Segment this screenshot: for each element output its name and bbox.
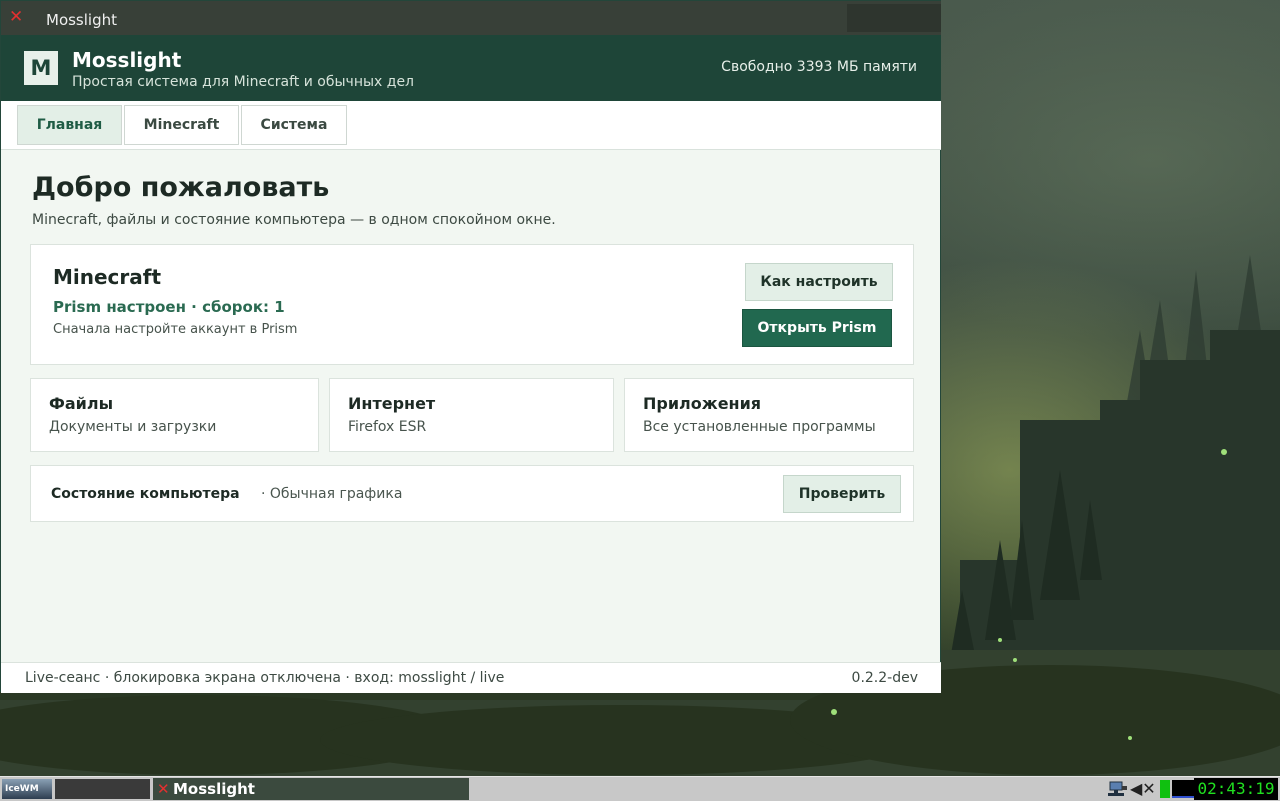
taskbar-item-label: Mosslight [173,780,255,798]
cpu-meter[interactable] [1160,780,1170,798]
app-subtitle: Простая система для Minecraft и обычных … [72,74,415,90]
open-prism-button[interactable]: Открыть Prism [742,309,892,347]
tab-system[interactable]: Система [241,105,347,145]
prism-status: Prism настроен · сборок: 1 [53,298,285,316]
page-title: Добро пожаловать [32,172,330,203]
clock[interactable]: 02:43:19 [1194,778,1278,800]
computer-status-card: Состояние компьютера · Обычная графика П… [30,465,914,522]
computer-status-title: Состояние компьютера [51,486,240,502]
apps-card[interactable]: Приложения Все установленные программы [624,378,914,452]
app-header: M Mosslight Простая система для Minecraf… [1,35,941,101]
network-icon[interactable] [1108,780,1128,798]
internet-card-title: Интернет [348,394,436,413]
check-button[interactable]: Проверить [783,475,901,513]
tab-minecraft[interactable]: Minecraft [124,105,239,145]
app-window: ✕ Mosslight M Mosslight Простая система … [0,0,941,693]
window-title: Mosslight [46,11,117,29]
app-name: Mosslight [72,48,182,72]
x-close-icon[interactable]: ✕ [9,9,26,26]
volume-muted-icon[interactable]: ◀✕ [1130,780,1156,798]
workspace-switcher[interactable] [55,779,150,799]
app-logo: M [24,51,58,85]
apps-card-title: Приложения [643,394,762,413]
internet-card[interactable]: Интернет Firefox ESR [329,378,614,452]
account-hint: Сначала настройте аккаунт в Prism [53,322,298,337]
page-description: Minecraft, файлы и состояние компьютера … [32,212,556,228]
free-memory-info: Свободно 3393 МБ памяти [721,59,917,75]
version-label: 0.2.2-dev [851,670,918,686]
memory-meter[interactable] [1172,780,1196,798]
taskbar-item-mosslight[interactable]: ✕ Mosslight [153,778,469,800]
tab-bar: Главная Minecraft Система [1,101,941,150]
how-to-setup-button[interactable]: Как настроить [745,263,893,301]
internet-card-desc: Firefox ESR [348,419,427,435]
files-card-title: Файлы [49,394,114,413]
session-info: Live-сеанс · блокировка экрана отключена… [25,670,505,686]
files-card-desc: Документы и загрузки [49,419,217,435]
taskbar: IceWM ✕ Mosslight ◀✕ 02:43:19 [0,776,1280,801]
window-titlebar[interactable]: ✕ Mosslight [1,1,941,35]
status-footer: Live-сеанс · блокировка экрана отключена… [1,662,941,693]
graphics-mode: · Обычная графика [261,486,403,502]
minecraft-card-title: Minecraft [53,265,162,289]
tab-home[interactable]: Главная [17,105,122,145]
app-x-icon: ✕ [157,780,170,798]
titlebar-controls-area[interactable] [847,4,941,32]
files-card[interactable]: Файлы Документы и загрузки [30,378,319,452]
apps-card-desc: Все установленные программы [643,419,876,435]
minecraft-card: Minecraft Prism настроен · сборок: 1 Сна… [30,244,914,365]
start-menu-button[interactable]: IceWM [2,779,52,799]
